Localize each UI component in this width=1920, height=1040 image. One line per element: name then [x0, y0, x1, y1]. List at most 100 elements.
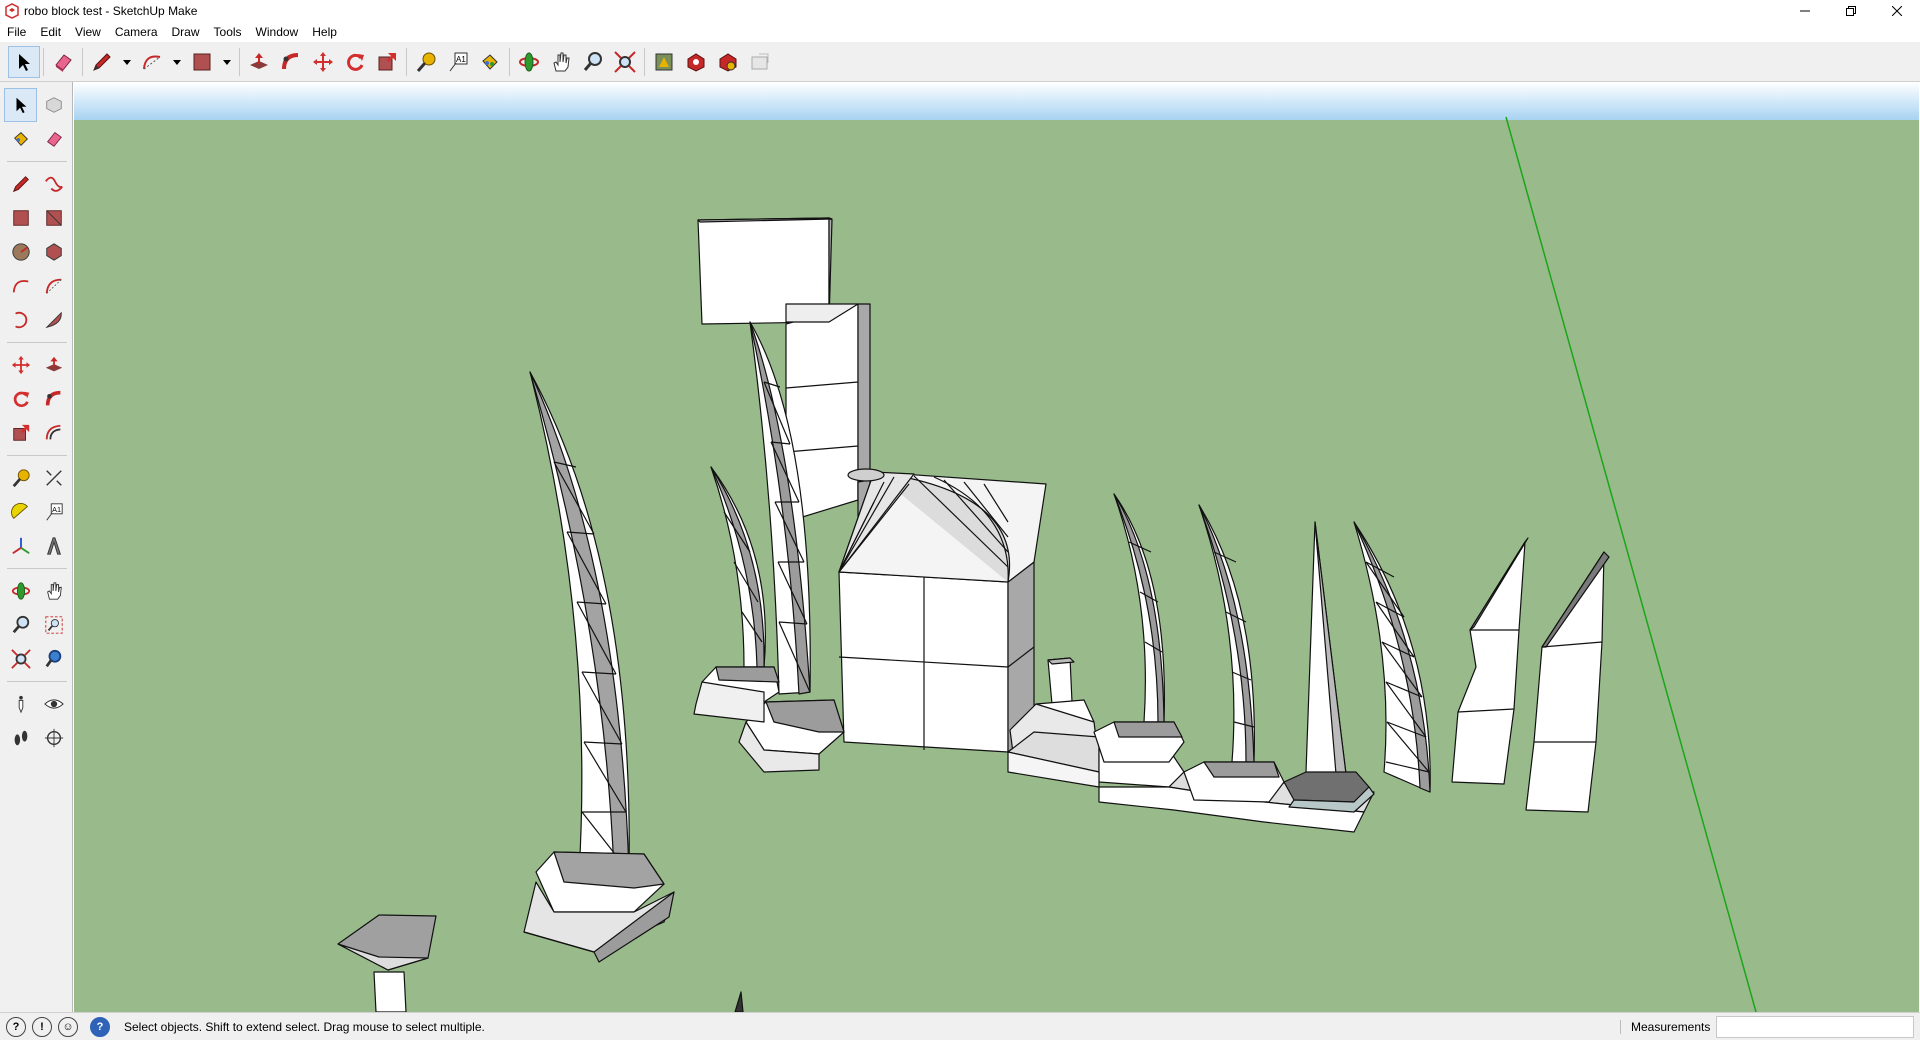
move-tool-button[interactable]	[4, 348, 37, 382]
minimize-button[interactable]	[1782, 0, 1828, 22]
text-tool-button[interactable]: A1	[37, 495, 70, 529]
three-point-arc-tool-button[interactable]	[4, 303, 37, 337]
status-bar: ? ! ☺ ? Select objects. Shift to extend …	[0, 1012, 1920, 1040]
measurements-label: Measurements	[1620, 1019, 1710, 1034]
paint-bucket-tool-button[interactable]	[474, 46, 506, 78]
pencil-icon	[93, 53, 111, 71]
arc-dropdown[interactable]	[168, 46, 186, 78]
orbit-tool-button[interactable]	[513, 46, 545, 78]
gear-icon	[719, 53, 737, 72]
toolbar-separator	[7, 337, 67, 343]
walk-tool-button[interactable]	[4, 721, 37, 755]
pan-tool-button[interactable]	[545, 46, 577, 78]
horn-small-left	[693, 466, 780, 723]
measurements-input[interactable]	[1716, 1016, 1914, 1038]
polygon-tool-button[interactable]	[37, 235, 70, 269]
rectangle-dropdown[interactable]	[218, 46, 236, 78]
model-viewport[interactable]	[74, 82, 1919, 1012]
offset-tool-button[interactable]	[37, 416, 70, 450]
zoom-tool-button[interactable]	[4, 608, 37, 642]
pan-tool-button[interactable]	[37, 574, 70, 608]
extension-warehouse-button[interactable]	[680, 46, 712, 78]
menu-file[interactable]: File	[0, 25, 33, 39]
tape-measure-tool-button[interactable]	[4, 461, 37, 495]
rotate-tool-button[interactable]	[4, 382, 37, 416]
protractor-tool-button[interactable]	[4, 495, 37, 529]
zoom-extents-icon	[614, 51, 636, 73]
toolbar-separator	[82, 48, 83, 76]
look-around-tool-button[interactable]	[37, 687, 70, 721]
move-tool-button[interactable]	[307, 46, 339, 78]
line-tool-button[interactable]	[86, 46, 118, 78]
orbit-tool-button[interactable]	[4, 574, 37, 608]
layout-icon	[751, 53, 769, 70]
freehand-tool-button[interactable]	[37, 167, 70, 201]
geo-location-icon[interactable]: ?	[6, 1016, 26, 1037]
follow-me-tool-button[interactable]	[275, 46, 307, 78]
arc-tool-button[interactable]	[136, 46, 168, 78]
restore-button[interactable]	[1828, 0, 1874, 22]
menu-help[interactable]: Help	[305, 25, 344, 39]
push-pull-tool-button[interactable]	[37, 348, 70, 382]
line-tool-button[interactable]	[4, 167, 37, 201]
3d-warehouse-button[interactable]	[648, 46, 680, 78]
zoom-extents-tool-button[interactable]	[609, 46, 641, 78]
scale-tool-button[interactable]	[4, 416, 37, 450]
rectangle-tool-button[interactable]	[186, 46, 218, 78]
text-tool-button[interactable]: A1	[442, 46, 474, 78]
follow-me-icon	[45, 390, 60, 406]
two-point-arc-tool-button[interactable]	[37, 269, 70, 303]
chevron-down-icon	[173, 60, 181, 65]
blade-1	[1451, 537, 1529, 785]
previous-view-button[interactable]	[37, 642, 70, 676]
close-button[interactable]	[1874, 0, 1920, 22]
footprints-icon	[14, 730, 27, 746]
toolbar-separator	[406, 48, 407, 76]
zoom-tool-button[interactable]	[577, 46, 609, 78]
position-camera-tool-button[interactable]	[4, 687, 37, 721]
extension-manager-button[interactable]	[712, 46, 744, 78]
horn-right-2	[1183, 504, 1285, 803]
rectangle-tool-button[interactable]	[4, 201, 37, 235]
menu-draw[interactable]: Draw	[165, 25, 207, 39]
instructor-help-icon[interactable]: ?	[90, 1016, 110, 1037]
menu-tools[interactable]: Tools	[207, 25, 249, 39]
eraser-tool-button[interactable]	[47, 46, 79, 78]
pie-icon	[44, 311, 62, 329]
line-dropdown[interactable]	[118, 46, 136, 78]
select-tool-button[interactable]	[8, 46, 40, 78]
section-plane-tool-button[interactable]	[37, 721, 70, 755]
rotated-rectangle-tool-button[interactable]	[37, 201, 70, 235]
menu-edit[interactable]: Edit	[33, 25, 68, 39]
tape-measure-tool-button[interactable]	[410, 46, 442, 78]
rotate-tool-button[interactable]	[339, 46, 371, 78]
circle-tool-button[interactable]	[4, 235, 37, 269]
send-to-layout-button[interactable]	[744, 46, 776, 78]
make-component-button[interactable]	[37, 88, 70, 122]
select-tool-button[interactable]	[4, 88, 37, 122]
scale-tool-button[interactable]	[371, 46, 403, 78]
scale-icon	[378, 53, 396, 71]
axes-tool-button[interactable]	[4, 529, 37, 563]
model-scene	[337, 116, 1757, 1012]
credits-icon[interactable]: !	[32, 1016, 52, 1037]
menu-camera[interactable]: Camera	[108, 25, 165, 39]
pie-tool-button[interactable]	[37, 303, 70, 337]
menu-view[interactable]: View	[68, 25, 108, 39]
extension-warehouse-icon	[687, 53, 705, 72]
arc-tool-button[interactable]	[4, 269, 37, 303]
select-arrow-icon	[16, 97, 26, 114]
menu-window[interactable]: Window	[249, 25, 306, 39]
zoom-window-tool-button[interactable]	[37, 608, 70, 642]
user-account-icon[interactable]: ☺	[58, 1016, 78, 1037]
rotate-icon	[13, 391, 29, 408]
follow-me-tool-button[interactable]	[37, 382, 70, 416]
3d-text-tool-button[interactable]	[37, 529, 70, 563]
large-tool-set: A1	[0, 82, 73, 1012]
paint-bucket-tool-button[interactable]	[4, 122, 37, 156]
push-pull-tool-button[interactable]	[243, 46, 275, 78]
rectangle-icon	[193, 53, 211, 71]
dimension-tool-button[interactable]	[37, 461, 70, 495]
zoom-extents-tool-button[interactable]	[4, 642, 37, 676]
eraser-tool-button[interactable]	[37, 122, 70, 156]
